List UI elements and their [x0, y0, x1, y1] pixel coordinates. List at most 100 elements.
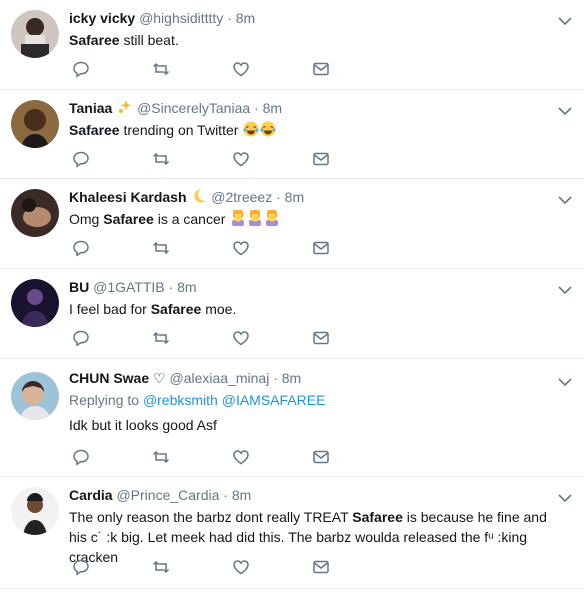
crescent-moon-icon	[194, 189, 206, 203]
chevron-down-icon[interactable]	[558, 493, 572, 503]
direct-message-icon[interactable]	[312, 558, 330, 576]
chevron-down-icon[interactable]	[558, 377, 572, 387]
user-name[interactable]: Cardia	[69, 487, 113, 503]
like-icon[interactable]	[232, 448, 250, 466]
user-handle[interactable]: @SincerelyTaniaa	[137, 100, 250, 116]
reply-icon[interactable]	[72, 329, 90, 347]
tweet-header: icky vicky @highsiditttty · 8m	[69, 9, 554, 27]
direct-message-icon[interactable]	[312, 448, 330, 466]
retweet-icon[interactable]	[152, 558, 170, 576]
reply-icon[interactable]	[72, 448, 90, 466]
like-icon[interactable]	[232, 60, 250, 78]
tweet-header: Khaleesi Kardash @2treeez · 8m	[69, 188, 554, 206]
retweet-icon[interactable]	[152, 448, 170, 466]
mention-link[interactable]: @IAMSAFAREE	[222, 392, 326, 408]
laughing-crying-emoji-icon	[243, 121, 259, 137]
separator-dot: ·	[273, 370, 278, 386]
tweet-header: Cardia @Prince_Cardia · 8m	[69, 486, 554, 504]
like-icon[interactable]	[232, 329, 250, 347]
tweet-text: Safaree trending on Twitter	[69, 120, 554, 140]
tweet[interactable]: Cardia @Prince_Cardia · 8m The only reas…	[0, 477, 584, 589]
sparkle-icon	[119, 100, 132, 113]
reply-icon[interactable]	[72, 60, 90, 78]
avatar[interactable]	[11, 487, 59, 535]
tweet-text-pre: I feel bad for	[69, 301, 151, 317]
keyword[interactable]: Safaree	[151, 301, 202, 317]
tweet-text: Omg Safaree is a cancer	[69, 209, 554, 229]
tweet-header: BU @1GATTIB · 8m	[69, 278, 554, 296]
tweet[interactable]: Taniaa @SincerelyTaniaa · 8m Safaree tre…	[0, 90, 584, 179]
replying-to-label: Replying to	[69, 392, 143, 408]
tweet-header: Taniaa @SincerelyTaniaa · 8m	[69, 99, 554, 117]
heart-symbol: ♡	[153, 370, 166, 386]
laughing-crying-emoji-icon	[260, 121, 276, 137]
tweet-text: Safaree still beat.	[69, 30, 554, 50]
retweet-icon[interactable]	[152, 150, 170, 168]
mention-link[interactable]: @rebksmith	[143, 392, 218, 408]
keyword[interactable]: Safaree	[69, 122, 120, 138]
retweet-icon[interactable]	[152, 329, 170, 347]
direct-message-icon[interactable]	[312, 239, 330, 257]
like-icon[interactable]	[232, 150, 250, 168]
separator-dot: ·	[276, 189, 281, 205]
tweet-text-rest: moe.	[201, 301, 237, 317]
reply-icon[interactable]	[72, 239, 90, 257]
chevron-down-icon[interactable]	[558, 285, 572, 295]
retweet-icon[interactable]	[152, 239, 170, 257]
retweet-icon[interactable]	[152, 60, 170, 78]
chevron-down-icon[interactable]	[558, 16, 572, 26]
direct-message-icon[interactable]	[312, 329, 330, 347]
tweet[interactable]: Khaleesi Kardash @2treeez · 8m Omg Safar…	[0, 179, 584, 269]
chevron-down-icon[interactable]	[558, 106, 572, 116]
user-name[interactable]: BU	[69, 279, 89, 295]
timestamp[interactable]: 8m	[232, 487, 251, 503]
user-handle[interactable]: @Prince_Cardia	[116, 487, 219, 503]
timestamp[interactable]: 8m	[236, 10, 255, 26]
timestamp[interactable]: 8m	[263, 100, 282, 116]
user-handle[interactable]: @2treeez	[211, 189, 272, 205]
user-name[interactable]: Khaleesi Kardash	[69, 189, 187, 205]
avatar[interactable]	[11, 189, 59, 237]
tweet[interactable]: CHUN Swae ♡ @alexiaa_minaj · 8m Replying…	[0, 359, 584, 477]
tweet-text-pre: Omg	[69, 211, 104, 227]
tweet-text-rest: trending on Twitter	[119, 122, 243, 138]
facepalm-emoji-icon	[232, 210, 245, 226]
keyword[interactable]: Safaree	[69, 32, 120, 48]
direct-message-icon[interactable]	[312, 60, 330, 78]
user-name[interactable]: CHUN Swae	[69, 370, 149, 386]
reply-icon[interactable]	[72, 558, 90, 576]
direct-message-icon[interactable]	[312, 150, 330, 168]
user-handle[interactable]: @1GATTIB	[93, 279, 165, 295]
user-name[interactable]: Taniaa	[69, 100, 112, 116]
avatar[interactable]	[11, 10, 59, 58]
like-icon[interactable]	[232, 558, 250, 576]
chevron-down-icon[interactable]	[558, 195, 572, 205]
facepalm-emoji-icon	[266, 210, 279, 226]
replying-to: Replying to @rebksmith @IAMSAFAREE	[69, 390, 554, 410]
keyword[interactable]: Safaree	[103, 211, 154, 227]
user-handle[interactable]: @highsiditttty	[139, 10, 223, 26]
tweet-text-pre: The only reason the barbz dont really TR…	[69, 509, 353, 525]
separator-dot: ·	[168, 279, 174, 295]
tweet-text: Idk but it looks good Asf	[69, 417, 217, 433]
reply-icon[interactable]	[72, 150, 90, 168]
avatar[interactable]	[11, 100, 59, 148]
tweet-text-rest: still beat.	[119, 32, 179, 48]
tweet[interactable]: BU @1GATTIB · 8m I feel bad for Safaree …	[0, 269, 584, 359]
avatar[interactable]	[11, 372, 59, 420]
separator-dot: ·	[254, 100, 259, 116]
user-name[interactable]: icky vicky	[69, 10, 135, 26]
facepalm-emoji-icon	[249, 210, 262, 226]
user-handle[interactable]: @alexiaa_minaj	[169, 370, 269, 386]
separator-dot: ·	[227, 10, 232, 26]
tweet[interactable]: icky vicky @highsiditttty · 8m Safaree s…	[0, 0, 584, 90]
timestamp[interactable]: 8m	[177, 279, 196, 295]
timestamp[interactable]: 8m	[285, 189, 304, 205]
tweet-header: CHUN Swae ♡ @alexiaa_minaj · 8m	[69, 369, 554, 387]
avatar[interactable]	[11, 279, 59, 327]
like-icon[interactable]	[232, 239, 250, 257]
tweet-text-rest: is a cancer	[153, 211, 230, 227]
keyword[interactable]: Safaree	[352, 509, 403, 525]
timestamp[interactable]: 8m	[282, 370, 301, 386]
separator-dot: ·	[223, 487, 228, 503]
